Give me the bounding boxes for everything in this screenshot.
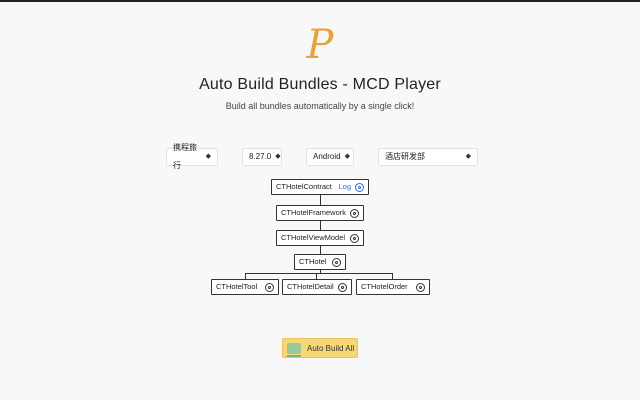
platform-select-value: Android xyxy=(313,152,341,161)
tree-connector xyxy=(320,220,321,230)
chevron-updown-icon: ◆ xyxy=(275,153,281,160)
bundle-node-framework[interactable]: CTHotelFramework xyxy=(276,205,364,221)
company-select[interactable]: 携程旅行 ◆ xyxy=(166,143,218,170)
tree-connector xyxy=(245,273,393,274)
app-logo: P xyxy=(306,22,334,68)
department-select[interactable]: 酒店研发部 ◆ xyxy=(378,148,478,166)
auto-build-all-button[interactable]: Auto Build All xyxy=(282,338,358,358)
bundle-node-label: CTHotelContract xyxy=(276,182,332,191)
page-title: Auto Build Bundles - MCD Player xyxy=(199,76,441,93)
settings-icon[interactable] xyxy=(265,282,274,292)
company-select-value: 携程旅行 xyxy=(173,143,197,170)
chevron-updown-icon: ◆ xyxy=(205,153,211,160)
bundle-node-hotel[interactable]: CTHotel xyxy=(294,254,346,270)
version-select-value: 8.27.0 xyxy=(249,152,272,161)
platform-select[interactable]: Android ◆ xyxy=(306,148,354,166)
build-icon xyxy=(287,342,301,357)
tree-connector xyxy=(320,245,321,254)
tree-connector xyxy=(320,194,321,205)
auto-build-all-label: Auto Build All xyxy=(307,343,355,353)
department-select-value: 酒店研发部 xyxy=(385,152,425,161)
settings-icon[interactable] xyxy=(355,182,364,192)
settings-icon[interactable] xyxy=(350,208,359,218)
bundle-node-label: CTHotelOrder xyxy=(361,282,408,291)
settings-icon[interactable] xyxy=(338,282,347,292)
bundle-node-detail[interactable]: CTHotelDetail xyxy=(282,279,352,295)
bundle-node-label: CTHotelFramework xyxy=(281,208,347,217)
bundle-node-label: CTHotelTool xyxy=(216,282,258,291)
bundle-node-order[interactable]: CTHotelOrder xyxy=(356,279,430,295)
settings-icon[interactable] xyxy=(416,282,425,292)
page-subtitle: Build all bundles automatically by a sin… xyxy=(225,101,415,111)
bundle-node-label: CTHotelDetail xyxy=(287,282,334,291)
log-link[interactable]: Log xyxy=(338,180,351,194)
bundle-node-tool[interactable]: CTHotelTool xyxy=(211,279,279,295)
bundle-node-label: CTHotelViewModel xyxy=(281,233,346,242)
settings-icon[interactable] xyxy=(350,233,359,243)
version-select[interactable]: 8.27.0 ◆ xyxy=(242,148,282,166)
bundle-node-label: CTHotel xyxy=(299,257,327,266)
bundle-node-viewmodel[interactable]: CTHotelViewModel xyxy=(276,230,364,246)
chevron-updown-icon: ◆ xyxy=(465,153,471,160)
chevron-updown-icon: ◆ xyxy=(344,153,350,160)
bundle-node-contract[interactable]: CTHotelContract Log xyxy=(271,179,369,195)
settings-icon[interactable] xyxy=(332,257,341,267)
